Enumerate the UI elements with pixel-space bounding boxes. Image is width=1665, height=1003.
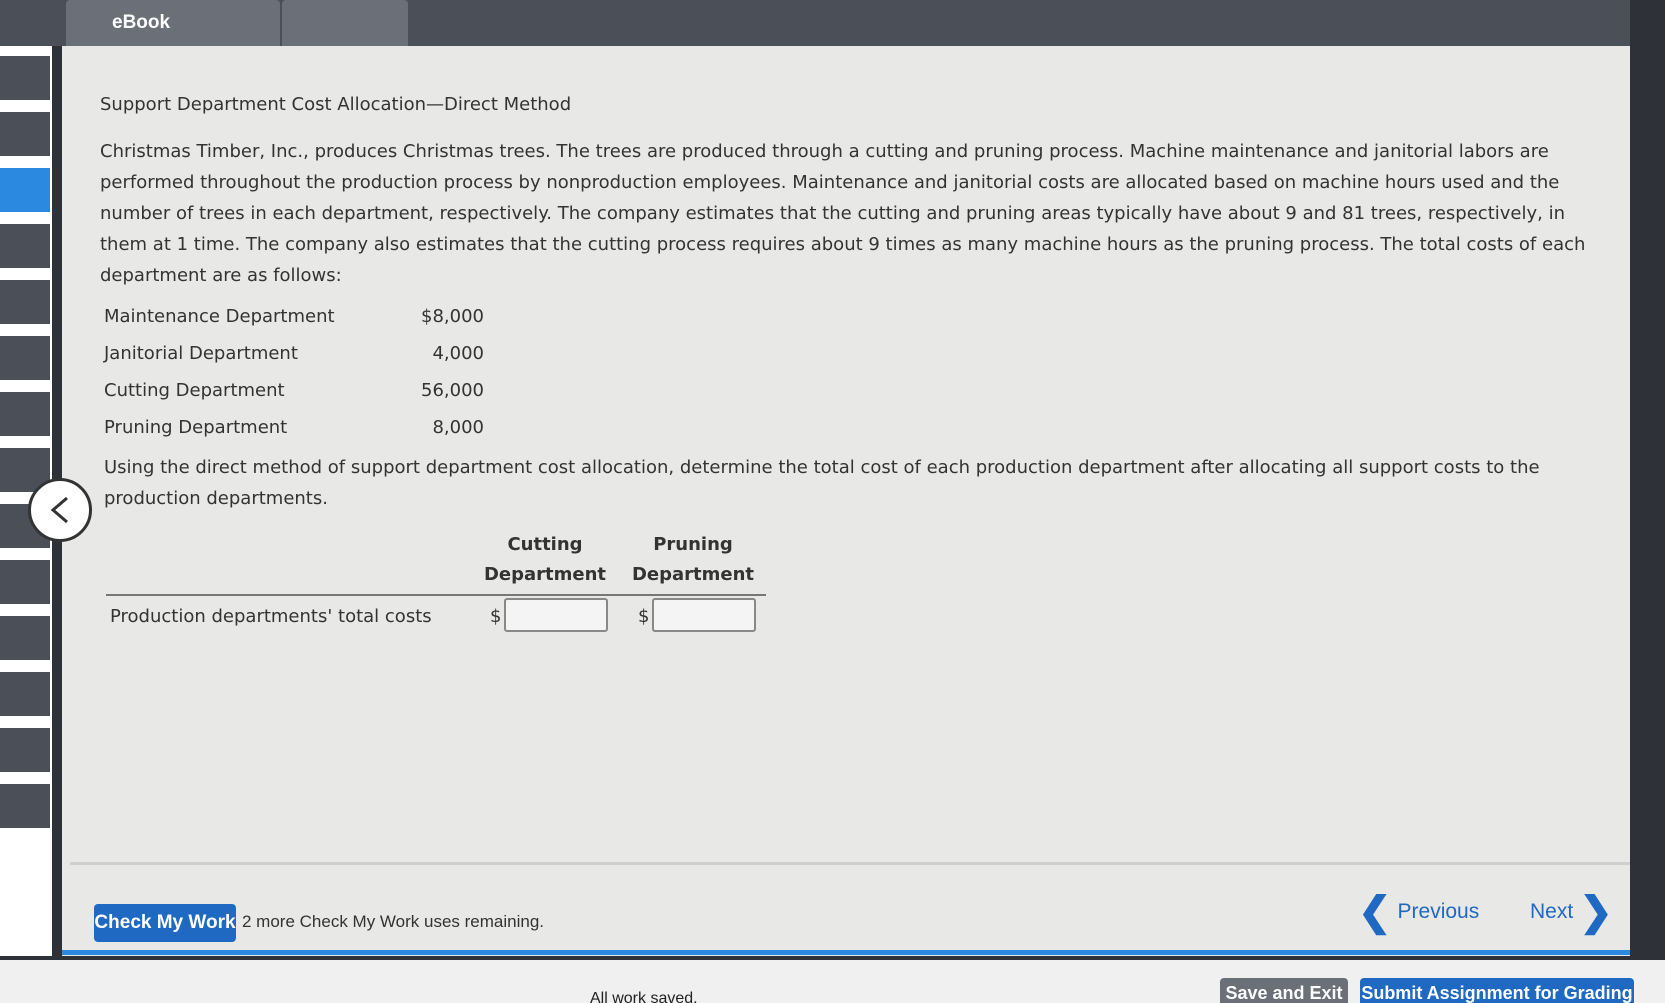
question-nav-item[interactable] [0,56,50,100]
question-nav-item[interactable] [0,672,50,716]
column-header-line: Pruning [653,534,733,555]
header-rule [106,594,766,596]
table-row: Pruning Department 8,000 [104,413,484,450]
cost-value: 56,000 [421,380,484,401]
pruning-total-input[interactable] [652,598,756,632]
cost-label: Janitorial Department [104,343,298,364]
tab-secondary[interactable] [282,0,408,46]
question-nav-item[interactable] [0,280,50,324]
collapse-button[interactable] [28,478,92,542]
cost-label: Cutting Department [104,380,285,401]
table-row: Janitorial Department 4,000 [104,339,484,376]
top-bar: eBook [0,0,1665,46]
next-label: Next [1530,900,1574,923]
table-row: Cutting Department 56,000 [104,376,484,413]
question-nav-item[interactable] [0,392,50,436]
question-nav-item[interactable] [0,784,50,828]
question-text: Using the direct method of support depar… [104,457,1540,509]
chevron-right-icon: ❯ [1579,890,1613,934]
currency-symbol: $ [638,606,650,627]
question-nav-item[interactable] [0,728,50,772]
cost-label: Pruning Department [104,417,288,438]
problem-paragraph: Christmas Timber, Inc., produces Christm… [100,141,1586,286]
check-remaining-note: 2 more Check My Work uses remaining. [242,912,545,931]
question-nav-item-current[interactable] [0,168,50,212]
question-nav-item[interactable] [0,560,50,604]
column-header-line: Department [483,564,607,585]
cost-table: Maintenance Department $8,000 Janitorial… [104,302,484,450]
cost-value: $8,000 [421,306,484,327]
question-nav-item[interactable] [0,224,50,268]
column-header-cutting: Cutting Department [470,530,620,590]
question-nav-item[interactable] [0,336,50,380]
check-my-work-button[interactable]: Check My Work [94,904,236,942]
next-button[interactable]: Next ❯ [1530,890,1613,934]
chevron-left-icon: ❮ [1358,890,1392,934]
question-nav-item[interactable] [0,112,50,156]
chevron-left-icon [50,496,68,524]
column-header-pruning: Pruning Department [618,530,768,590]
cost-label: Maintenance Department [104,306,335,327]
previous-label: Previous [1397,900,1480,923]
accent-rule [62,950,1630,955]
table-row: Maintenance Department $8,000 [104,302,484,339]
question-nav-item[interactable] [0,616,50,660]
currency-symbol: $ [490,606,502,627]
problem-title: Support Department Cost Allocation—Direc… [100,94,572,115]
answer-row-label: Production departments' total costs [110,606,432,627]
footer-divider [70,862,1630,865]
right-edge [1630,0,1665,1003]
previous-button[interactable]: ❮ Previous [1358,890,1479,934]
tab-ebook-label: eBook [112,12,171,33]
column-header-line: Department [631,564,755,585]
cost-value: 4,000 [432,343,484,364]
save-status: All work saved. [590,990,698,1003]
tab-ebook[interactable] [66,0,280,46]
submit-assignment-button[interactable]: Submit Assignment for Grading [1360,978,1634,1003]
cutting-total-input[interactable] [504,598,608,632]
column-header-line: Cutting [507,534,583,555]
cost-value: 8,000 [432,417,484,438]
save-and-exit-button[interactable]: Save and Exit [1220,978,1348,1003]
